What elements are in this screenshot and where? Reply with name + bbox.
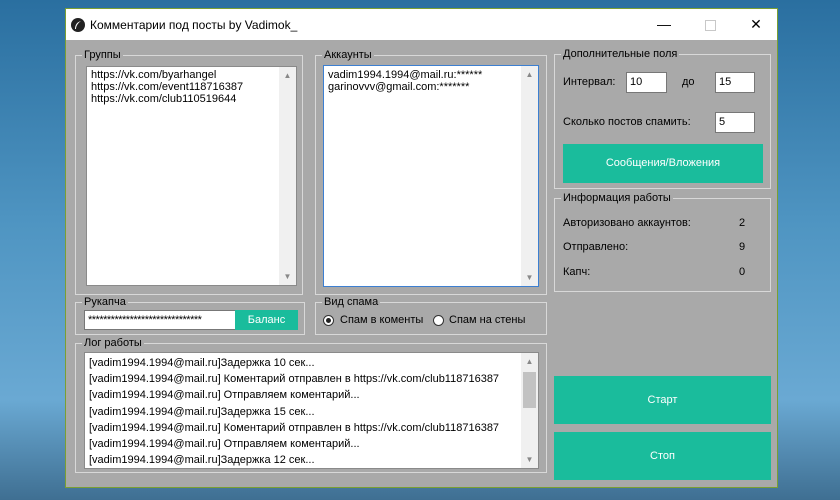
list-item[interactable]: https://vk.com/byarhangel bbox=[87, 69, 296, 81]
posts-count-label: Сколько постов спамить: bbox=[563, 116, 691, 128]
groups-list[interactable]: https://vk.com/byarhangel https://vk.com… bbox=[86, 66, 297, 286]
captcha-value: 0 bbox=[739, 266, 746, 278]
scroll-up-icon[interactable]: ▲ bbox=[521, 353, 538, 370]
rucaptcha-panel: Рукапча ****************************** Б… bbox=[75, 295, 305, 335]
list-item[interactable]: https://vk.com/club110519644 bbox=[87, 93, 296, 105]
log-scrollbar[interactable]: ▲ ▼ bbox=[521, 353, 538, 468]
spam-type-legend: Вид спама bbox=[322, 295, 381, 309]
authorized-label: Авторизовано аккаунтов: bbox=[563, 217, 691, 229]
maximize-button[interactable] bbox=[687, 9, 733, 40]
sent-value: 9 bbox=[739, 241, 746, 253]
maximize-icon bbox=[704, 19, 716, 31]
minimize-button[interactable]: — bbox=[641, 9, 687, 40]
extra-fields-legend: Дополнительные поля bbox=[561, 47, 680, 61]
stop-button[interactable]: Стоп bbox=[554, 432, 771, 480]
extra-fields-panel: Дополнительные поля Интервал: 10 до 15 С… bbox=[554, 47, 771, 189]
rucaptcha-legend: Рукапча bbox=[82, 295, 128, 309]
log-line: [vadim1994.1994@mail.ru]Задержка 12 сек.… bbox=[89, 454, 315, 467]
log-line: [vadim1994.1994@mail.ru] Отправляем коме… bbox=[89, 438, 360, 451]
accounts-legend: Аккаунты bbox=[322, 48, 374, 62]
spam-comments-radio[interactable] bbox=[323, 315, 334, 326]
posts-count-input[interactable]: 5 bbox=[715, 112, 755, 133]
interval-from-input[interactable]: 10 bbox=[626, 72, 667, 93]
log-line: [vadim1994.1994@mail.ru] Коментарий отпр… bbox=[89, 421, 500, 434]
groups-panel: Группы https://vk.com/byarhangel https:/… bbox=[75, 48, 303, 295]
authorized-value: 2 bbox=[739, 217, 746, 229]
interval-label: Интервал: bbox=[563, 76, 616, 88]
groups-legend: Группы bbox=[82, 48, 123, 62]
rucaptcha-key-input[interactable]: ****************************** bbox=[84, 310, 236, 330]
accounts-panel: Аккаунты vadim1994.1994@mail.ru:****** g… bbox=[315, 48, 547, 295]
minimize-icon: — bbox=[657, 16, 671, 32]
spam-walls-label[interactable]: Спам на стены bbox=[449, 314, 525, 326]
work-log-list[interactable]: [vadim1994.1994@mail.ru]Задержка 10 сек.… bbox=[84, 352, 539, 469]
messages-attachments-button[interactable]: Сообщения/Вложения bbox=[563, 144, 763, 183]
log-line: [vadim1994.1994@mail.ru] Коментарий отпр… bbox=[89, 373, 500, 386]
log-line: [vadim1994.1994@mail.ru] Отправляем коме… bbox=[89, 389, 360, 402]
accounts-scrollbar[interactable]: ▲ ▼ bbox=[521, 66, 538, 286]
groups-scrollbar[interactable]: ▲ ▼ bbox=[279, 67, 296, 285]
work-log-panel: Лог работы [vadim1994.1994@mail.ru]Задер… bbox=[75, 336, 547, 473]
app-window: Комментарии под посты by Vadimok_ — ✕ Гр… bbox=[65, 8, 778, 488]
list-item[interactable]: https://vk.com/event118716387 bbox=[87, 81, 296, 93]
balance-button[interactable]: Баланс bbox=[235, 310, 298, 330]
work-info-panel: Информация работы Авторизовано аккаунтов… bbox=[554, 191, 771, 292]
sent-label: Отправлено: bbox=[563, 241, 629, 253]
scroll-down-icon[interactable]: ▼ bbox=[521, 451, 538, 468]
close-icon: ✕ bbox=[750, 16, 762, 32]
scroll-up-icon[interactable]: ▲ bbox=[521, 66, 538, 83]
list-item[interactable]: vadim1994.1994@mail.ru:****** bbox=[324, 69, 538, 81]
feather-icon bbox=[71, 18, 85, 32]
work-info-legend: Информация работы bbox=[561, 191, 673, 205]
scroll-down-icon[interactable]: ▼ bbox=[279, 268, 296, 285]
interval-to-label: до bbox=[682, 76, 695, 88]
interval-to-input[interactable]: 15 bbox=[715, 72, 755, 93]
log-scroll-thumb[interactable] bbox=[523, 372, 536, 408]
work-log-legend: Лог работы bbox=[82, 336, 144, 350]
scroll-up-icon[interactable]: ▲ bbox=[279, 67, 296, 84]
title-bar[interactable]: Комментарии под посты by Vadimok_ — ✕ bbox=[66, 9, 777, 40]
scroll-down-icon[interactable]: ▼ bbox=[521, 269, 538, 286]
log-line: [vadim1994.1994@mail.ru]Задержка 10 сек.… bbox=[89, 357, 315, 369]
spam-type-panel: Вид спама Спам в коменты Спам на стены bbox=[315, 295, 547, 335]
list-item[interactable]: garinovvv@gmail.com:******* bbox=[324, 81, 538, 93]
spam-comments-label[interactable]: Спам в коменты bbox=[340, 314, 423, 326]
close-button[interactable]: ✕ bbox=[733, 9, 779, 40]
window-title: Комментарии под посты by Vadimok_ bbox=[90, 18, 298, 32]
start-button[interactable]: Старт bbox=[554, 376, 771, 424]
accounts-list[interactable]: vadim1994.1994@mail.ru:****** garinovvv@… bbox=[323, 65, 539, 287]
spam-walls-radio[interactable] bbox=[433, 315, 444, 326]
log-line: [vadim1994.1994@mail.ru]Задержка 15 сек.… bbox=[89, 405, 315, 418]
captcha-label: Капч: bbox=[563, 266, 591, 278]
